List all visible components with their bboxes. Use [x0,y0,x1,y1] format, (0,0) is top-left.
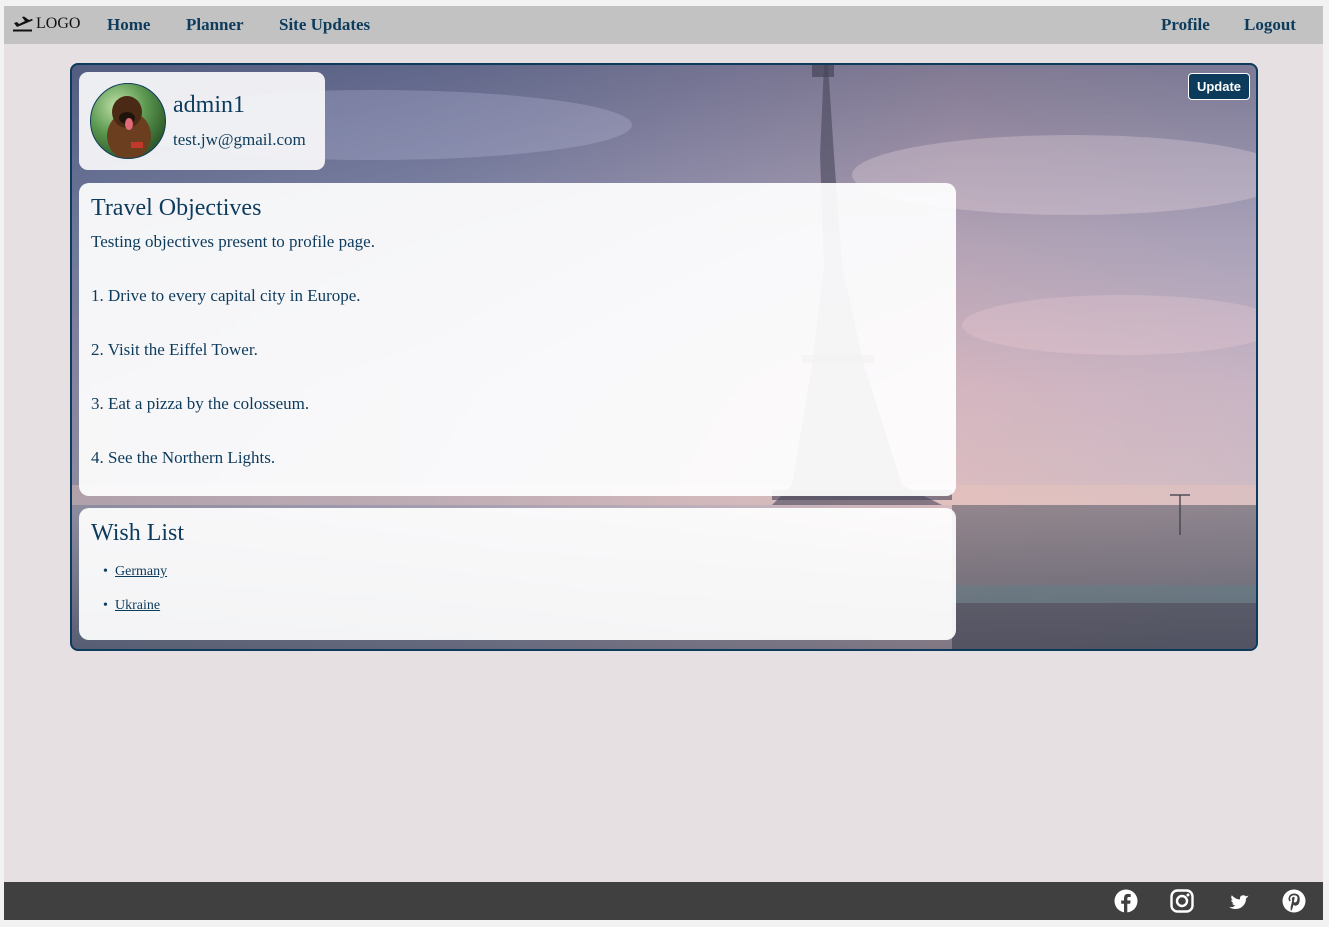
nav-link-planner[interactable]: Planner [186,15,244,35]
objectives-heading: Travel Objectives [91,195,262,221]
profile-hero: Update admin1 test.jw@gmail.com Travel O… [70,63,1258,651]
objective-intro: Testing objectives present to profile pa… [91,232,375,251]
email: test.jw@gmail.com [173,130,306,149]
objective-item: 1. Drive to every capital city in Europe… [91,286,361,305]
logo[interactable]: LOGO [13,15,80,33]
twitter-icon[interactable] [1226,889,1250,913]
objective-item: 4. See the Northern Lights. [91,448,276,467]
bullet: • [103,564,108,579]
bullet: • [103,598,108,613]
top-nav: LOGO Home Planner Site Updates Profile L… [4,6,1323,44]
nav-link-home[interactable]: Home [107,15,150,35]
wishlist-heading: Wish List [91,520,185,546]
dog-avatar-image [107,96,151,158]
wishlist-link-ukraine[interactable]: Ukraine [115,598,160,614]
nav-link-logout[interactable]: Logout [1244,15,1296,35]
update-button[interactable]: Update [1188,73,1250,100]
instagram-icon[interactable] [1170,889,1194,913]
profile-card: admin1 test.jw@gmail.com [79,72,325,170]
avatar [90,83,166,159]
pinterest-icon[interactable] [1282,889,1306,913]
facebook-icon[interactable] [1114,889,1138,913]
logo-text: LOGO [36,15,81,32]
objective-item: 3. Eat a pizza by the colosseum. [91,394,310,413]
plane-departure-icon [13,16,33,32]
nav-link-site-updates[interactable]: Site Updates [279,15,370,35]
page-frame: LOGO Home Planner Site Updates Profile L… [4,6,1323,920]
objective-item: 2. Visit the Eiffel Tower. [91,340,258,359]
wishlist-link-germany[interactable]: Germany [115,564,167,580]
footer [4,882,1323,920]
travel-objectives-panel: Travel Objectives Testing objectives pre… [79,183,956,496]
nav-link-profile[interactable]: Profile [1161,15,1210,35]
username: admin1 [173,92,245,118]
wish-list-panel: Wish List • Germany • Ukraine [79,508,956,640]
